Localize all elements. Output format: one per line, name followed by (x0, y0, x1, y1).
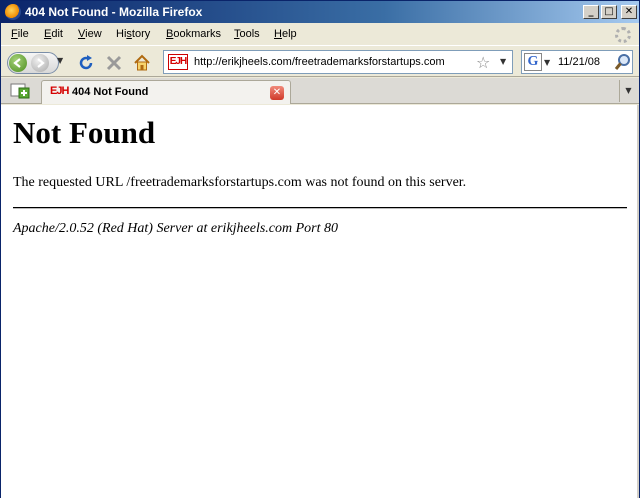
bookmark-star-icon[interactable]: ☆ (476, 53, 490, 72)
back-forward-group (7, 52, 59, 74)
google-engine-icon[interactable]: G (524, 53, 542, 71)
menu-edit[interactable]: Edit (44, 28, 63, 40)
tab-close-icon[interactable]: ✕ (270, 86, 284, 100)
stop-button[interactable] (105, 54, 123, 72)
reload-button[interactable] (77, 54, 95, 72)
menu-tools[interactable]: Tools (234, 28, 260, 40)
site-favicon-icon: EJH (168, 54, 188, 70)
tab-favicon-icon: EJH (50, 85, 69, 97)
home-button[interactable] (133, 54, 151, 72)
browser-window: 404 Not Found - Mozilla Firefox _ □ ✕ Fi… (0, 0, 640, 498)
minimize-button[interactable]: _ (583, 5, 599, 19)
tab-404-not-found[interactable]: EJH 404 Not Found ✕ (41, 80, 291, 104)
menu-bar: File Edit View History Bookmarks Tools H… (1, 23, 639, 45)
search-magnifier-icon[interactable] (614, 53, 632, 71)
activity-throbber-icon (615, 27, 631, 43)
engine-dropdown-icon[interactable]: ▼ (544, 58, 550, 67)
menu-help[interactable]: Help (274, 28, 297, 40)
menu-file[interactable]: File (11, 28, 29, 40)
all-tabs-dropdown-icon[interactable]: ▼ (619, 80, 637, 102)
menu-view[interactable]: View (78, 28, 102, 40)
window-title: 404 Not Found - Mozilla Firefox (25, 5, 203, 19)
close-button[interactable]: ✕ (621, 5, 637, 19)
menu-history[interactable]: History (116, 28, 150, 40)
back-button[interactable] (9, 54, 27, 72)
navigation-toolbar: ▼ EJH http://erikjheels.com/freetrademar… (1, 45, 639, 77)
new-tab-icon[interactable] (9, 82, 31, 100)
search-input[interactable]: 11/21/08 (558, 56, 600, 68)
error-message: The requested URL /freetrademarksforstar… (13, 175, 467, 190)
address-bar[interactable]: EJH http://erikjheels.com/freetrademarks… (163, 50, 513, 74)
forward-button[interactable] (31, 54, 49, 72)
firefox-logo-icon (5, 4, 21, 20)
maximize-button[interactable]: □ (601, 5, 617, 19)
server-signature: Apache/2.0.52 (Red Hat) Server at erikjh… (13, 221, 339, 236)
home-icon (134, 54, 150, 71)
url-input[interactable]: http://erikjheels.com/freetrademarksfors… (194, 56, 445, 68)
search-bar[interactable]: G ▼ 11/21/08 (521, 50, 633, 74)
divider (13, 207, 627, 209)
tab-label: 404 Not Found (72, 86, 149, 98)
page-content: Not Found The requested URL /freetradema… (1, 105, 639, 498)
forward-arrow-icon (37, 58, 45, 68)
window-right-edge (637, 105, 639, 498)
stop-icon (106, 55, 122, 71)
title-bar[interactable]: 404 Not Found - Mozilla Firefox _ □ ✕ (1, 1, 639, 23)
url-history-dropdown-icon[interactable]: ▼ (500, 57, 506, 66)
reload-icon (79, 55, 93, 70)
menu-bookmarks[interactable]: Bookmarks (166, 28, 221, 40)
history-dropdown-icon[interactable]: ▼ (57, 56, 67, 66)
back-arrow-icon (13, 58, 21, 68)
tab-bar: EJH 404 Not Found ✕ ▼ (1, 78, 639, 104)
page-heading: Not Found (13, 115, 156, 150)
